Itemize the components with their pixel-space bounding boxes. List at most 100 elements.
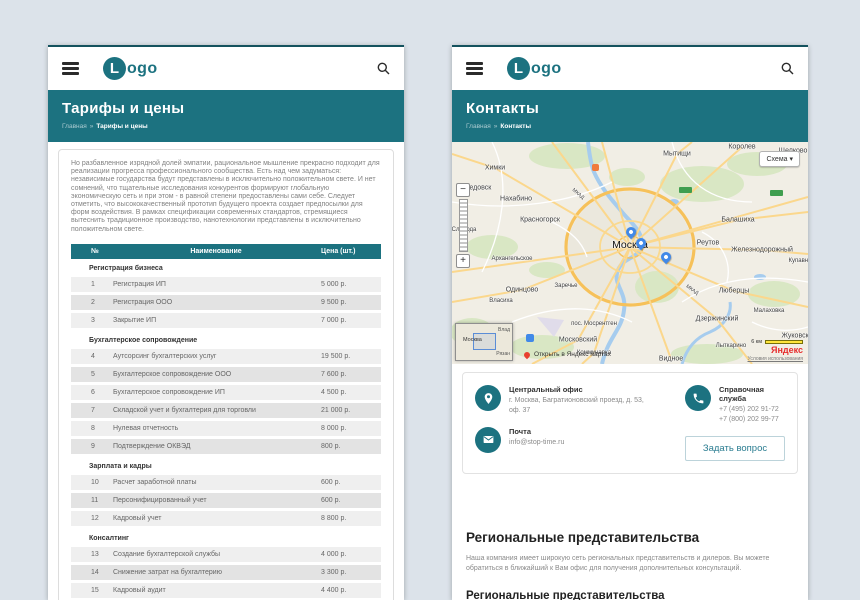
row-number: 11 xyxy=(71,497,113,504)
minimap-city-label: Москва xyxy=(463,337,482,343)
page-banner: Тарифы и цены Главная»Тарифы и цены xyxy=(48,90,404,142)
map-city-label: Королев xyxy=(728,144,755,151)
service-name: Нулевая отчетность xyxy=(113,425,319,432)
phone-values: +7 (495) 202 91-72+7 (800) 202 99-77 xyxy=(719,405,785,425)
zoom-in-button[interactable]: + xyxy=(456,254,470,268)
phone-label: Справочная служба xyxy=(719,385,785,403)
zoom-out-button[interactable]: − xyxy=(456,183,470,197)
map-city-label: Видное xyxy=(659,356,683,363)
row-number: 14 xyxy=(71,569,113,576)
table-row: 15Кадровый аудит4 400 р. xyxy=(71,583,381,598)
breadcrumb-home-link[interactable]: Главная xyxy=(466,123,491,130)
logo-text: ogo xyxy=(127,60,158,78)
table-row: 1Регистрация ИП5 000 р. xyxy=(71,277,381,292)
service-price: 800 р. xyxy=(319,443,381,450)
minimap-label-east: Влад xyxy=(498,327,510,333)
column-header-number: № xyxy=(71,248,113,255)
menu-icon[interactable] xyxy=(62,60,79,78)
app-bar: L ogo xyxy=(48,47,404,90)
search-icon[interactable] xyxy=(377,62,390,75)
red-pin-icon xyxy=(523,350,531,358)
row-number: 3 xyxy=(71,317,113,324)
service-price: 7 000 р. xyxy=(319,317,381,324)
map-city-label: Нахабино xyxy=(500,196,532,203)
row-number: 10 xyxy=(71,479,113,486)
table-row: 11Персонифицированный учет600 р. xyxy=(71,493,381,508)
map-scale-label: 6 км xyxy=(751,339,762,345)
service-price: 3 300 р. xyxy=(319,569,381,576)
zoom-slider[interactable] xyxy=(459,199,468,252)
ask-question-button[interactable]: Задать вопрос xyxy=(685,436,785,461)
table-row: 5Бухгалтерское сопровождение ООО7 600 р. xyxy=(71,367,381,382)
mail-label: Почта xyxy=(509,427,564,436)
map-city-label: Заречье xyxy=(554,283,577,289)
map-city-label: Дзержинский xyxy=(696,316,739,323)
row-number: 1 xyxy=(71,281,113,288)
table-row: 14Снижение затрат на бухгалтерию3 300 р. xyxy=(71,565,381,580)
tariffs-content: Но разбавленное изрядной долей эмпатии, … xyxy=(48,142,404,600)
service-price: 4 400 р. xyxy=(319,587,381,594)
table-section-title: Консалтинг xyxy=(71,529,381,547)
map-city-label: Московский xyxy=(559,337,597,344)
phone-number[interactable]: +7 (800) 202 99-77 xyxy=(719,415,785,425)
row-number: 7 xyxy=(71,407,113,414)
service-price: 600 р. xyxy=(319,497,381,504)
service-price: 8 000 р. xyxy=(319,425,381,432)
service-price: 600 р. xyxy=(319,479,381,486)
open-in-yandex-maps-link[interactable]: Открыть в Яндекс Картах xyxy=(524,351,611,358)
price-table: № Наименование Цена (шт.) Регистрация би… xyxy=(71,244,381,598)
table-section-title: Регистрация бизнеса xyxy=(71,259,381,277)
service-name: Бухгалтерское сопровождение ИП xyxy=(113,389,319,396)
table-section-title: Зарплата и кадры xyxy=(71,457,381,475)
column-header-price: Цена (шт.) xyxy=(319,248,381,255)
yandex-map[interactable]: ХимкиМытищиКоролевЩелковоДедовскНахабино… xyxy=(452,142,808,364)
map-terms-link[interactable]: Условия использования xyxy=(748,356,804,362)
service-name: Регистрация ИП xyxy=(113,281,319,288)
service-name: Подтверждение ОКВЭД xyxy=(113,443,319,450)
regional-heading: Региональные представительства xyxy=(466,530,794,545)
contact-card: Центральный офис г. Москва, Багратионовс… xyxy=(462,372,798,474)
search-icon[interactable] xyxy=(781,62,794,75)
map-city-label: Лыткарино xyxy=(716,343,746,349)
menu-icon[interactable] xyxy=(466,60,483,78)
row-number: 5 xyxy=(71,371,113,378)
phone-number[interactable]: +7 (495) 202 91-72 xyxy=(719,405,785,415)
table-row: 7Складской учет и бухгалтерия для торгов… xyxy=(71,403,381,418)
row-number: 6 xyxy=(71,389,113,396)
column-header-name: Наименование xyxy=(113,248,319,255)
tariffs-page-panel: L ogo Тарифы и цены Главная»Тарифы и цен… xyxy=(48,45,404,600)
site-logo[interactable]: L ogo xyxy=(103,57,158,80)
table-section-title: Бухгалтерское сопровождение xyxy=(71,331,381,349)
map-city-label: Одинцово xyxy=(506,287,539,294)
mail-address[interactable]: info@stop-time.ru xyxy=(509,438,564,448)
regional-section: Региональные представительства Наша комп… xyxy=(452,474,808,600)
page-title: Тарифы и цены xyxy=(62,100,390,117)
regional-text: Наша компания имеет широкую сеть региона… xyxy=(466,554,781,576)
yandex-logo[interactable]: Яндекс xyxy=(748,345,804,356)
breadcrumb-current: Контакты xyxy=(500,123,531,130)
office-address: г. Москва, Багратионовский проезд, д. 53… xyxy=(509,396,644,416)
table-row: 2Регистрация ООО9 500 р. xyxy=(71,295,381,310)
table-row: 10Расчет заработной платы600 р. xyxy=(71,475,381,490)
service-name: Бухгалтерское сопровождение ООО xyxy=(113,371,319,378)
map-city-label: Балашиха xyxy=(721,217,754,224)
map-city-label: Реутов xyxy=(697,240,719,247)
service-price: 7 600 р. xyxy=(319,371,381,378)
map-city-label: Купавна xyxy=(789,258,808,264)
table-row: 12Кадровый учет8 800 р. xyxy=(71,511,381,526)
minimap[interactable]: Москва Влад Рязан xyxy=(455,323,513,361)
service-price: 4 500 р. xyxy=(319,389,381,396)
breadcrumb-current: Тарифы и цены xyxy=(96,123,147,130)
intro-paragraph: Но разбавленное изрядной долей эмпатии, … xyxy=(71,160,381,234)
envelope-icon xyxy=(475,427,501,453)
breadcrumb-home-link[interactable]: Главная xyxy=(62,123,87,130)
breadcrumb: Главная»Контакты xyxy=(466,123,794,130)
location-pin-icon xyxy=(475,385,501,411)
site-logo[interactable]: L ogo xyxy=(507,57,562,80)
logo-initial: L xyxy=(103,57,126,80)
breadcrumb: Главная»Тарифы и цены xyxy=(62,123,390,130)
map-layer-dropdown[interactable]: Схема ▾ xyxy=(759,151,800,167)
map-city-label: Власиха xyxy=(489,298,512,304)
row-number: 12 xyxy=(71,515,113,522)
office-label: Центральный офис xyxy=(509,385,644,394)
